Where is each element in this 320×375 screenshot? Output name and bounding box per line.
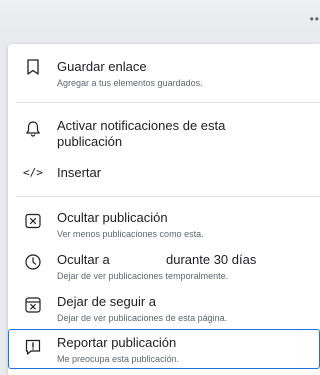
- hide-box-icon: [24, 212, 42, 230]
- code-icon: </>: [23, 166, 43, 179]
- embed-item[interactable]: </> Insertar: [8, 160, 320, 186]
- unfollow-icon: [24, 296, 42, 314]
- more-options-icon[interactable]: ••: [310, 12, 320, 26]
- bookmark-icon: [24, 58, 42, 76]
- unfollow-label: Dejar de seguir a: [57, 294, 156, 309]
- notifications-label-line2: publicación: [57, 134, 123, 149]
- save-link-sub: Agregar a tus elementos guardados.: [57, 78, 203, 88]
- page: •• Guardar enlace Agregar a tus elemento…: [0, 0, 320, 375]
- report-post-item[interactable]: Reportar publicación Me preocupa esta pu…: [8, 329, 320, 369]
- report-flag-icon: [24, 338, 42, 356]
- snooze-sub: Dejar de ver publicaciones temporalmente…: [57, 271, 229, 281]
- hide-post-item[interactable]: Ocultar publicación Ver menos publicacio…: [8, 204, 320, 244]
- post-options-menu: Guardar enlace Agregar a tus elementos g…: [8, 44, 320, 375]
- report-post-sub: Me preocupa esta publicación.: [57, 354, 180, 364]
- hide-post-label: Ocultar publicación: [57, 210, 168, 225]
- hide-post-sub: Ver menos publicaciones como esta.: [57, 229, 204, 239]
- post-header-bar: ••: [0, 0, 320, 38]
- snooze-item[interactable]: Ocultar a durante 30 días Dejar de ver p…: [8, 246, 320, 286]
- notifications-label-line1: Activar notificaciones de esta: [57, 118, 226, 133]
- unfollow-item[interactable]: Dejar de seguir a Dejar de ver publicaci…: [8, 288, 320, 328]
- notifications-item[interactable]: Activar notificaciones de esta publicaci…: [8, 112, 320, 154]
- snooze-label-suffix: durante 30 días: [166, 252, 257, 267]
- unfollow-sub: Dejar de ver publicaciones de esta págin…: [57, 313, 228, 323]
- bell-icon: [24, 120, 42, 138]
- save-link-label: Guardar enlace: [57, 59, 147, 74]
- divider: [16, 196, 320, 197]
- clock-icon: [24, 253, 42, 271]
- save-link-item[interactable]: Guardar enlace Agregar a tus elementos g…: [8, 52, 320, 92]
- divider: [16, 102, 320, 103]
- embed-label: Insertar: [57, 165, 102, 180]
- snooze-label: Ocultar a: [57, 252, 110, 267]
- report-post-label: Reportar publicación: [57, 335, 177, 350]
